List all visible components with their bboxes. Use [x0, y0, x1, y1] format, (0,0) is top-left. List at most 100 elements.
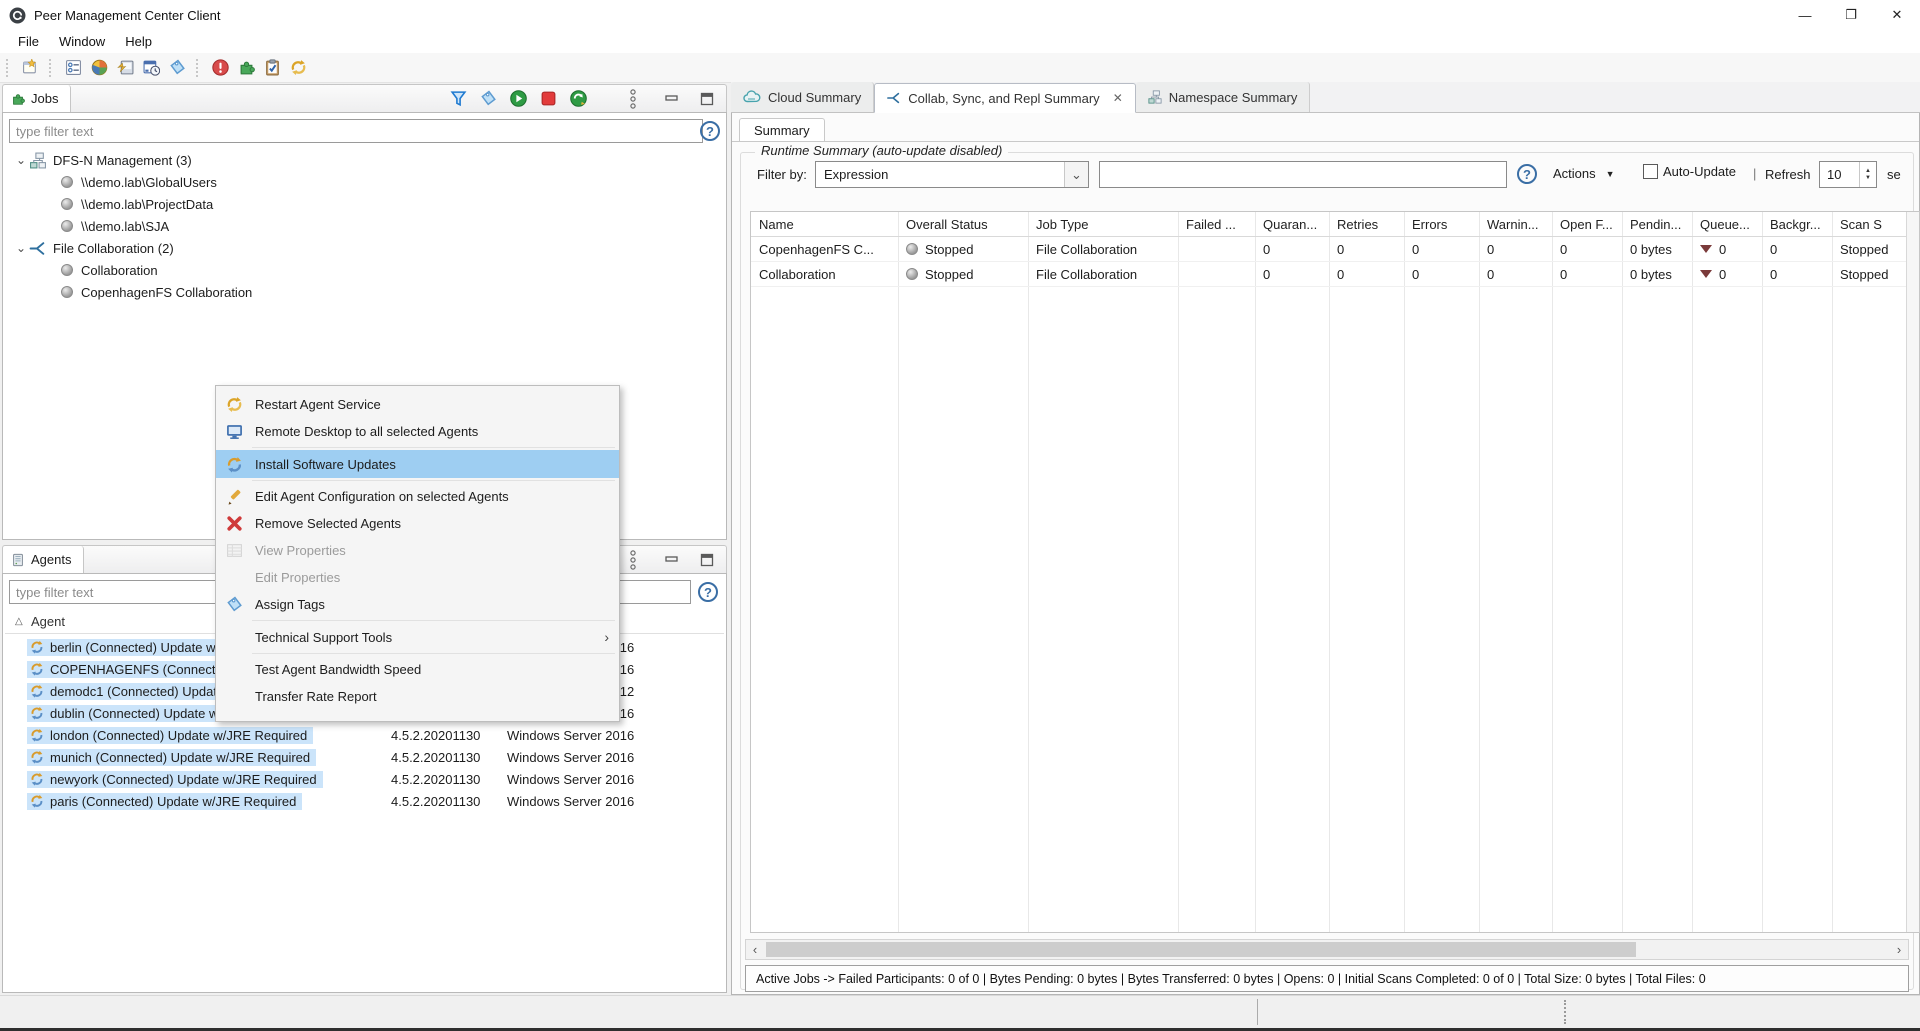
trim-drag-handle[interactable] [1564, 1000, 1566, 1024]
window-title: Peer Management Center Client [34, 8, 220, 23]
scroll-left-arrow[interactable]: ‹ [746, 940, 764, 959]
chevron-down-icon[interactable]: ⌄ [13, 241, 29, 255]
tag-icon [480, 90, 497, 107]
menu-help[interactable]: Help [115, 32, 162, 51]
agents-filter-help-icon[interactable]: ? [698, 582, 718, 602]
close-window-button[interactable]: ✕ [1874, 0, 1920, 30]
tree-item-job[interactable]: Collaboration [5, 259, 724, 281]
filter-expression-input[interactable] [1099, 161, 1507, 188]
tree-item-job[interactable]: CopenhagenFS Collaboration [5, 281, 724, 303]
jobs-filter-input[interactable] [9, 119, 703, 143]
vertical-scrollbar[interactable] [1906, 212, 1919, 932]
install-updates-icon [226, 456, 243, 473]
horizontal-scrollbar[interactable]: ‹ › [745, 939, 1909, 960]
menu-item-transfer-rate-report[interactable]: Transfer Rate Report [216, 683, 619, 710]
status-sphere-icon [61, 176, 73, 188]
new-job-icon [22, 59, 39, 76]
refresh-button[interactable] [286, 56, 310, 80]
auto-update-checkbox[interactable]: Auto-Update [1643, 164, 1736, 179]
tab-namespace-summary[interactable]: Namespace Summary [1136, 82, 1311, 112]
agent-row[interactable]: london (Connected) Update w/JRE Required… [5, 724, 724, 746]
summary-status-bar: Active Jobs -> Failed Participants: 0 of… [745, 965, 1909, 992]
chevron-down-icon[interactable]: ⌄ [13, 153, 29, 167]
preferences-button[interactable] [61, 56, 85, 80]
scroll-right-arrow[interactable]: › [1890, 940, 1908, 959]
jobs-view-menu-button[interactable] [621, 87, 645, 111]
tree-item-file-collaboration[interactable]: ⌄ File Collaboration (2) [5, 237, 724, 259]
tab-summary[interactable]: Summary [739, 118, 825, 141]
agent-update-icon [30, 684, 44, 698]
close-tab-icon[interactable]: ✕ [1113, 91, 1123, 105]
namespace-icon [29, 152, 47, 169]
runtime-summary-group: Runtime Summary (auto-update disabled) F… [740, 152, 1914, 990]
jobs-button[interactable] [234, 56, 258, 80]
start-job-button[interactable] [506, 87, 530, 111]
filter-help-icon[interactable]: ? [1517, 164, 1537, 184]
dashboard-button[interactable] [87, 56, 111, 80]
menu-file[interactable]: File [8, 32, 49, 51]
spinner-down-icon[interactable]: ▼ [1865, 175, 1871, 182]
tasks-button[interactable] [260, 56, 284, 80]
status-sphere-icon [906, 268, 918, 280]
menu-window[interactable]: Window [49, 32, 115, 51]
stop-job-button[interactable] [536, 87, 560, 111]
menu-item-install-software-updates[interactable]: Install Software Updates [216, 450, 619, 478]
editor-tab-bar: Cloud Summary Collab, Sync, and Repl Sum… [731, 82, 1920, 113]
table-header-row[interactable]: Name Overall Status Job Type Failed ... … [751, 212, 1919, 237]
menu-item-view-properties[interactable]: View Properties [216, 537, 619, 564]
jobs-maximize-button[interactable] [695, 87, 719, 111]
filter-mode-combo[interactable]: Expression ⌄ [815, 161, 1089, 188]
tab-collab-sync-repl-summary[interactable]: Collab, Sync, and Repl Summary ✕ [874, 83, 1136, 113]
menu-item-test-agent-bandwidth-speed[interactable]: Test Agent Bandwidth Speed [216, 656, 619, 683]
refresh-icon [290, 59, 307, 76]
jobs-minimize-button[interactable] [660, 87, 684, 111]
filter-jobs-button[interactable] [446, 87, 470, 111]
tags-button[interactable] [165, 56, 189, 80]
menu-item-remote-desktop[interactable]: Remote Desktop to all selected Agents [216, 418, 619, 445]
actions-caret-icon: ▼ [1606, 169, 1615, 179]
agent-row[interactable]: paris (Connected) Update w/JRE Required4… [5, 790, 724, 812]
actions-dropdown[interactable]: Actions ▼ [1553, 166, 1615, 181]
schedule-button[interactable] [139, 56, 163, 80]
restart-sync-icon [570, 90, 587, 107]
checkbox-box[interactable] [1643, 164, 1658, 179]
alerts-button[interactable] [208, 56, 232, 80]
refresh-interval-spinner[interactable]: 10 ▲▼ [1819, 161, 1877, 188]
menu-item-restart-agent-service[interactable]: Restart Agent Service [216, 391, 619, 418]
properties-table-icon [226, 542, 243, 559]
agent-activity-button[interactable] [113, 56, 137, 80]
tree-item-job[interactable]: \\demo.lab\SJA [5, 215, 724, 237]
agents-maximize-button[interactable] [695, 548, 719, 572]
agents-view-menu-button[interactable] [621, 548, 645, 572]
jobs-icon [11, 92, 25, 106]
minimize-icon [665, 93, 679, 105]
new-job-button[interactable] [18, 56, 42, 80]
namespace-icon [1148, 90, 1162, 104]
menu-item-edit-agent-configuration[interactable]: Edit Agent Configuration on selected Age… [216, 483, 619, 510]
jobs-filter-help-icon[interactable]: ? [700, 121, 720, 141]
spinner-up-icon[interactable]: ▲ [1865, 168, 1871, 175]
menu-item-assign-tags[interactable]: Assign Tags [216, 591, 619, 618]
refresh-unit-label: se [1887, 167, 1901, 182]
tab-jobs[interactable]: Jobs [3, 85, 71, 113]
scrollbar-thumb[interactable] [766, 942, 1636, 957]
table-row[interactable]: Collaboration Stopped File Collaboration… [751, 262, 1919, 287]
job-tags-button[interactable] [476, 87, 500, 111]
minimize-window-button[interactable]: — [1782, 0, 1828, 30]
agent-row[interactable]: munich (Connected) Update w/JRE Required… [5, 746, 724, 768]
tab-cloud-summary[interactable]: Cloud Summary [731, 82, 874, 112]
agents-minimize-button[interactable] [660, 548, 684, 572]
table-row[interactable]: CopenhagenFS C... Stopped File Collabora… [751, 237, 1919, 262]
combo-chevron-icon[interactable]: ⌄ [1064, 162, 1088, 187]
agent-row[interactable]: newyork (Connected) Update w/JRE Require… [5, 768, 724, 790]
toolbar-separator [196, 59, 201, 77]
restore-window-button[interactable]: ❐ [1828, 0, 1874, 30]
menu-item-edit-properties[interactable]: Edit Properties [216, 564, 619, 591]
tree-item-job[interactable]: \\demo.lab\GlobalUsers [5, 171, 724, 193]
tree-item-job[interactable]: \\demo.lab\ProjectData [5, 193, 724, 215]
restart-job-button[interactable] [566, 87, 590, 111]
tab-agents[interactable]: Agents [3, 546, 84, 574]
menu-item-technical-support-tools[interactable]: Technical Support Tools › [216, 623, 619, 651]
tree-item-dfsn-management[interactable]: ⌄ DFS-N Management (3) [5, 149, 724, 171]
menu-item-remove-selected-agents[interactable]: Remove Selected Agents [216, 510, 619, 537]
